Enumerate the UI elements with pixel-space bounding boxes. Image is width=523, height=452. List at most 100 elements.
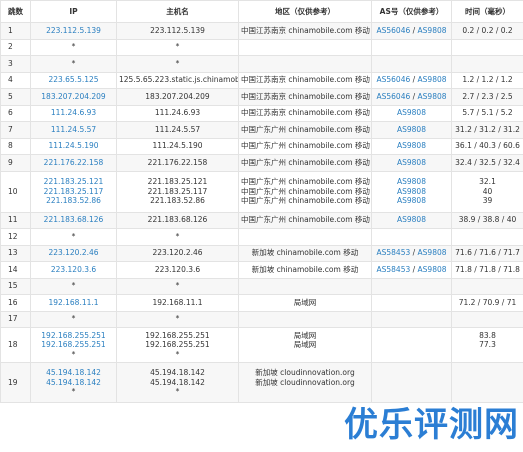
hop-cell: 12 [0, 228, 31, 246]
ip-link[interactable]: 223.112.5.139 [33, 26, 114, 36]
ip-link[interactable]: 221.176.22.158 [33, 158, 114, 168]
region-text: 局域网 [293, 330, 317, 340]
as-link[interactable]: AS9808 [418, 75, 447, 84]
host-cell: 223.120.3.6 [116, 261, 239, 279]
table-row: 11 221.183.68.126 221.183.68.126 中国广东广州 chi… [0, 211, 523, 229]
latency-text: 1.2 / 1.2 / 1.2 [462, 75, 513, 85]
as-line [374, 314, 449, 324]
as-link[interactable]: AS9808 [418, 265, 447, 274]
ip-link[interactable]: 223.120.2.46 [33, 248, 114, 258]
header-host: 主机名 [116, 0, 239, 23]
hop-cell: 17 [0, 310, 31, 328]
ip-link[interactable]: 45.194.18.142 [33, 378, 114, 388]
region-text: 中国广东广州 chinamobile.com 移动 [241, 186, 370, 196]
as-link[interactable]: AS9808 [397, 158, 426, 167]
as-cell: AS56046 / AS9808 [371, 88, 452, 106]
ip-cell: 223.112.5.139 [30, 22, 117, 40]
hop-number: 1 [8, 25, 13, 35]
hostname: 192.168.255.251 [145, 330, 210, 340]
as-cell [371, 327, 452, 363]
ip-link[interactable]: 221.183.68.126 [33, 215, 114, 225]
ip-link[interactable]: 111.24.5.190 [33, 141, 114, 151]
header-hop: 跳数 [0, 0, 31, 23]
as-link[interactable]: AS9808 [397, 215, 426, 224]
hostname: 45.194.18.142 [150, 368, 205, 378]
ip-link[interactable]: 183.207.204.209 [33, 92, 114, 102]
ip-link[interactable]: 192.168.11.1 [33, 298, 114, 308]
table-row: 12 * * [0, 228, 523, 246]
time-cell: 36.1 / 40.3 / 60.6 [451, 137, 523, 155]
host-cell: * [116, 277, 239, 295]
latency-text: 77.3 [479, 340, 496, 350]
table-row: 10 221.183.25.121 221.183.25.117 221.183.52… [0, 170, 523, 213]
as-link[interactable]: AS58453 [376, 248, 410, 257]
hostname: 45.194.18.142 [150, 377, 205, 387]
ip-link[interactable]: 221.183.25.121 [33, 177, 114, 187]
host-cell: 45.194.18.142 45.194.18.142 * [116, 362, 239, 403]
as-link[interactable]: AS9808 [418, 92, 447, 101]
table-body: 1 223.112.5.139 223.112.5.139 中国江苏南京 chinam… [0, 22, 523, 403]
ip-timeout: * [71, 349, 76, 359]
watermark-logo: 优乐评测网 [344, 405, 519, 445]
region-cell: 中国广东广州 chinamobile.com 移动 中国广东广州 chinamob… [238, 170, 372, 213]
table-row: 16 192.168.11.1 192.168.11.1 局域网 71.2 / 70.… [0, 294, 523, 312]
latency-text [454, 59, 521, 69]
ip-link[interactable]: 192.168.255.251 [33, 340, 114, 350]
hop-number: 16 [8, 297, 18, 307]
time-cell: 71.6 / 71.6 / 71.7 [451, 244, 523, 262]
latency-text: 40 [482, 186, 493, 196]
time-cell [451, 277, 523, 295]
ip-link[interactable]: 223.65.5.125 [33, 75, 114, 85]
as-link[interactable]: AS9808 [397, 187, 426, 196]
as-link[interactable]: AS9808 [397, 125, 426, 134]
region-text: 新加坡 chinamobile.com 移动 [251, 264, 359, 274]
latency-text [454, 314, 521, 324]
hop-cell: 14 [0, 261, 31, 279]
ip-timeout: * [71, 314, 76, 324]
host-cell: 221.176.22.158 [116, 154, 239, 172]
time-cell: 2.7 / 2.3 / 2.5 [451, 88, 523, 106]
hostname: 111.24.5.190 [152, 141, 203, 151]
latency-text: 32.1 [479, 177, 496, 187]
as-link[interactable]: AS58453 [376, 265, 410, 274]
hop-cell: 16 [0, 294, 31, 312]
as-link[interactable]: AS9808 [397, 177, 426, 186]
ip-link[interactable]: 111.24.5.57 [33, 125, 114, 135]
ip-link[interactable]: 221.183.52.86 [33, 196, 114, 206]
latency-text: 36.1 / 40.3 / 60.6 [455, 141, 520, 151]
as-link[interactable]: AS56046 [376, 26, 410, 35]
region-text [241, 387, 369, 397]
as-link[interactable]: AS9808 [418, 248, 447, 257]
ip-link[interactable]: 221.183.25.117 [33, 187, 114, 197]
region-text [241, 314, 369, 324]
ip-timeout: * [71, 58, 76, 68]
ip-link[interactable]: 111.24.6.93 [33, 108, 114, 118]
ip-cell: 192.168.255.251 192.168.255.251 * [30, 327, 117, 363]
as-cell: AS9808 [371, 154, 452, 172]
ip-link[interactable]: 223.120.3.6 [33, 265, 114, 275]
as-cell: AS9808 AS9808 AS9808 [371, 170, 452, 213]
ip-timeout: * [71, 231, 76, 241]
ip-timeout: * [71, 42, 76, 52]
table-row: 4 223.65.5.125 125.5.65.223.static.js.chin… [0, 71, 523, 89]
as-link[interactable]: AS9808 [418, 26, 447, 35]
ip-link[interactable]: 192.168.255.251 [33, 331, 114, 341]
table-row: 18 192.168.255.251 192.168.255.251 * 192.168… [0, 327, 523, 363]
hop-cell: 11 [0, 211, 31, 229]
as-link[interactable]: AS9808 [397, 196, 426, 205]
as-link[interactable]: AS56046 [376, 75, 410, 84]
host-cell: 221.183.25.121 221.183.25.117 221.183.52.8… [116, 170, 239, 213]
region-text [241, 350, 369, 360]
ip-link[interactable]: 45.194.18.142 [33, 368, 114, 378]
ip-cell: 223.65.5.125 [30, 71, 117, 89]
region-text [241, 42, 369, 52]
hostname: 223.120.3.6 [154, 264, 201, 274]
as-link[interactable]: AS9808 [397, 108, 426, 117]
as-cell [371, 277, 452, 295]
region-cell: 局域网 局域网 [238, 327, 372, 363]
as-link[interactable]: AS56046 [376, 92, 410, 101]
hostname: 221.183.52.86 [150, 196, 205, 206]
as-cell: AS9808 [371, 104, 452, 122]
table-row: 13 223.120.2.46 223.120.2.46 新加坡 chinamobil… [0, 244, 523, 262]
as-link[interactable]: AS9808 [397, 141, 426, 150]
